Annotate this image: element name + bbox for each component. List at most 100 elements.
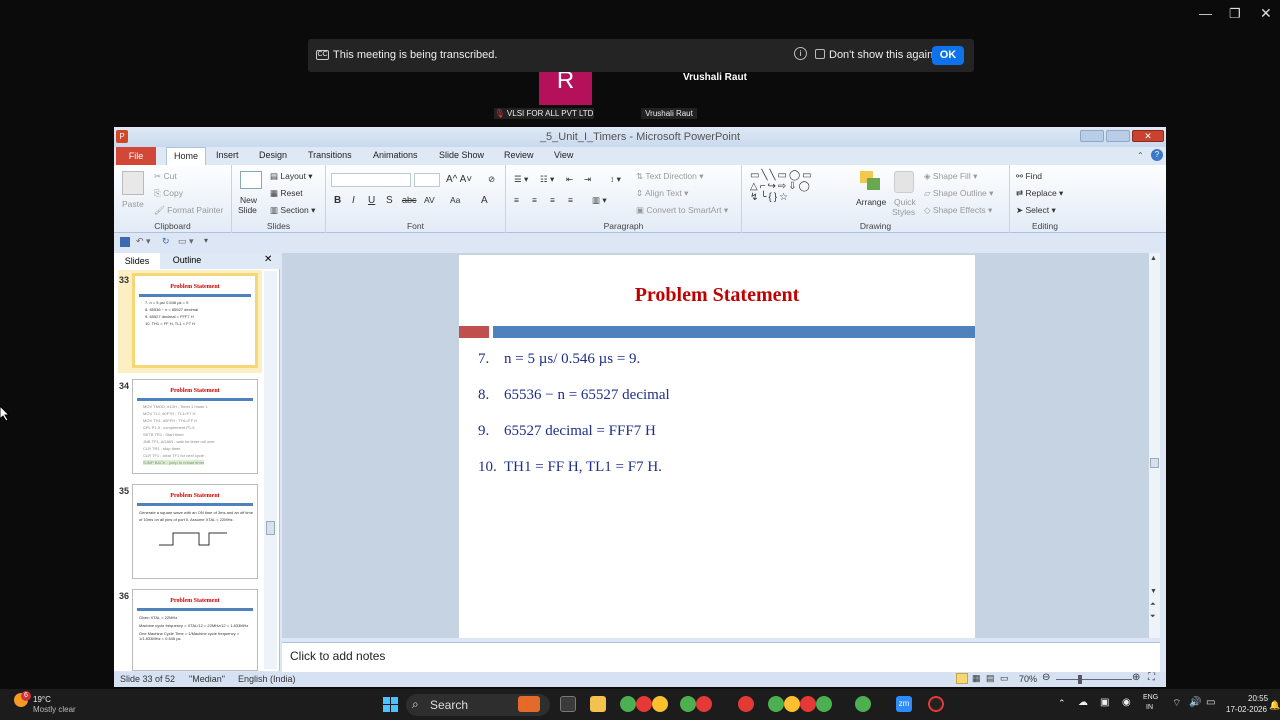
slide-text-line[interactable]: TH1 = FF H, TL1 = F7 H. — [504, 459, 662, 476]
language-region[interactable]: IN — [1146, 704, 1153, 711]
char-spacing-icon[interactable]: AV — [424, 195, 435, 205]
windows-start-icon[interactable] — [383, 697, 398, 712]
wifi-icon[interactable]: ⌔ — [1172, 697, 1181, 710]
file-explorer-icon[interactable] — [590, 696, 606, 712]
copy-button[interactable]: ⎘ Copy — [154, 188, 183, 199]
taskbar-search[interactable]: ⌕ Search — [406, 694, 550, 716]
tab-insert[interactable]: Insert — [216, 150, 239, 160]
tab-design[interactable]: Design — [259, 150, 287, 160]
zoom-level[interactable]: 70% — [1019, 674, 1037, 684]
bullets-icon[interactable]: ☰ ▾ — [514, 174, 528, 185]
help-icon[interactable]: ? — [1151, 149, 1163, 161]
zoom-in-icon[interactable]: ⊕ — [1132, 672, 1140, 683]
normal-view-icon[interactable] — [956, 673, 968, 684]
clock-date[interactable]: 17-02-2026 — [1226, 705, 1267, 714]
tray-app-icon[interactable]: ▣ — [1100, 697, 1109, 708]
format-painter-button[interactable]: 🖌 Format Painter — [154, 205, 223, 216]
paste-button[interactable]: Paste — [122, 199, 144, 209]
tray-overflow-icon[interactable]: ⌃ — [1058, 698, 1066, 709]
record-app-icon[interactable] — [928, 696, 944, 712]
arrange-button[interactable]: Arrange — [856, 197, 886, 207]
slide-thumbnail[interactable]: Problem Statement Given XTAL = 22MHz Mac… — [132, 589, 258, 671]
tray-app-icon-2[interactable]: ◉ — [1122, 697, 1131, 708]
editor-scrollbar[interactable]: ▲ ▼ ⏶ ⏷ — [1149, 253, 1160, 638]
scroll-thumb[interactable] — [1150, 458, 1159, 468]
dont-show-checkbox[interactable] — [815, 49, 825, 59]
slideshow-view-icon[interactable]: ▭ — [1000, 673, 1009, 684]
fit-slide-icon[interactable]: ⛶ — [1148, 672, 1155, 683]
chrome-icon[interactable] — [768, 696, 784, 712]
new-slide-icon[interactable] — [240, 171, 262, 189]
decrease-indent-icon[interactable]: ⇤ — [566, 174, 573, 185]
undo-icon[interactable]: ↶ ▾ — [136, 236, 151, 247]
chrome-icon[interactable] — [620, 696, 636, 712]
chrome-icon[interactable] — [696, 696, 712, 712]
increase-indent-icon[interactable]: ⇥ — [584, 174, 591, 185]
select-button[interactable]: ➤ Select ▾ — [1016, 205, 1056, 216]
volume-icon[interactable]: 🔊 — [1189, 697, 1201, 708]
language-indicator[interactable]: ENG — [1143, 694, 1158, 701]
numbering-icon[interactable]: ☷ ▾ — [540, 174, 554, 185]
slide-text-line[interactable]: n = 5 µs/ 0.546 µs = 9. — [504, 351, 640, 368]
chrome-icon[interactable] — [652, 696, 668, 712]
slide-thumbnail[interactable]: Problem Statement 7. n = 5 µs/ 0.546 µs … — [132, 273, 258, 368]
font-name-input[interactable] — [331, 173, 411, 187]
redo-icon[interactable]: ↻ — [162, 236, 170, 247]
font-color-icon[interactable]: A — [481, 195, 488, 206]
cloud-icon[interactable]: ☁ — [1078, 697, 1088, 708]
cut-button[interactable]: ✂ Cut — [154, 171, 177, 182]
restore-icon[interactable]: ❐ — [1229, 6, 1241, 22]
bold-icon[interactable]: B — [334, 195, 341, 206]
italic-icon[interactable]: I — [352, 195, 355, 206]
zoom-slider[interactable] — [1056, 679, 1132, 680]
zoom-app-icon[interactable]: zm — [896, 696, 912, 712]
tab-view[interactable]: View — [554, 150, 573, 160]
chrome-icon[interactable] — [855, 696, 871, 712]
ppt-close-icon[interactable]: ✕ — [1132, 130, 1164, 142]
align-right-icon[interactable]: ≡ — [550, 195, 555, 205]
shape-outline-button[interactable]: ▱ Shape Outline ▾ — [924, 188, 993, 199]
arrange-icon[interactable] — [860, 171, 882, 193]
scroll-thumb[interactable] — [266, 521, 275, 535]
tab-transitions[interactable]: Transitions — [308, 150, 352, 160]
sorter-view-icon[interactable]: ▦ — [972, 673, 981, 684]
shadow-icon[interactable]: S — [386, 195, 393, 206]
quick-styles-button-2[interactable]: Styles — [892, 207, 915, 217]
strikethrough-icon[interactable]: abc — [402, 195, 417, 205]
underline-icon[interactable]: U — [368, 195, 375, 206]
text-direction-button[interactable]: ⇅ Text Direction ▾ — [636, 171, 703, 182]
chrome-icon[interactable] — [816, 696, 832, 712]
zoom-slider-thumb[interactable] — [1078, 675, 1082, 684]
slide-text-line[interactable]: 65527 decimal = FFF7 H — [504, 423, 656, 440]
chrome-icon[interactable] — [680, 696, 696, 712]
reset-button[interactable]: ▦ Reset — [270, 188, 303, 199]
find-button[interactable]: ⚯ Find — [1016, 171, 1042, 182]
shape-effects-button[interactable]: ◇ Shape Effects ▾ — [924, 205, 992, 216]
close-pane-icon[interactable]: ✕ — [264, 254, 272, 265]
line-spacing-icon[interactable]: ↕ ▾ — [610, 174, 621, 185]
ribbon-collapse-icon[interactable]: ⌃ — [1137, 151, 1144, 160]
shape-fill-button[interactable]: ◈ Shape Fill ▾ — [924, 171, 977, 182]
tab-review[interactable]: Review — [504, 150, 534, 160]
prev-slide-icon[interactable]: ⏶ — [1150, 601, 1156, 609]
font-size-input[interactable] — [414, 173, 440, 187]
info-icon[interactable]: i — [794, 47, 807, 60]
notes-placeholder[interactable]: Click to add notes — [290, 649, 385, 663]
align-center-icon[interactable]: ≡ — [532, 195, 537, 205]
tab-file[interactable]: File — [116, 147, 156, 165]
minimize-icon[interactable]: — — [1199, 6, 1212, 21]
slide-thumbnail[interactable]: Problem Statement Generate a square wave… — [132, 484, 258, 579]
chrome-icon[interactable] — [800, 696, 816, 712]
grow-font-icon[interactable]: A^ A˅ — [446, 174, 472, 185]
chrome-icon[interactable] — [738, 696, 754, 712]
chrome-icon[interactable] — [636, 696, 652, 712]
columns-icon[interactable]: ▥ ▾ — [592, 195, 607, 206]
quick-styles-button[interactable]: Quick — [894, 197, 916, 207]
change-case-icon[interactable]: Aa — [450, 195, 460, 205]
reading-view-icon[interactable]: ▤ — [986, 673, 995, 684]
layout-button[interactable]: ▤ Layout ▾ — [270, 171, 313, 182]
ppt-restore-icon[interactable] — [1106, 130, 1130, 142]
quick-styles-icon[interactable] — [894, 171, 914, 193]
clear-format-icon[interactable]: ⊘ — [488, 174, 495, 185]
convert-smartart-button[interactable]: ▣ Convert to SmartArt ▾ — [636, 205, 728, 216]
